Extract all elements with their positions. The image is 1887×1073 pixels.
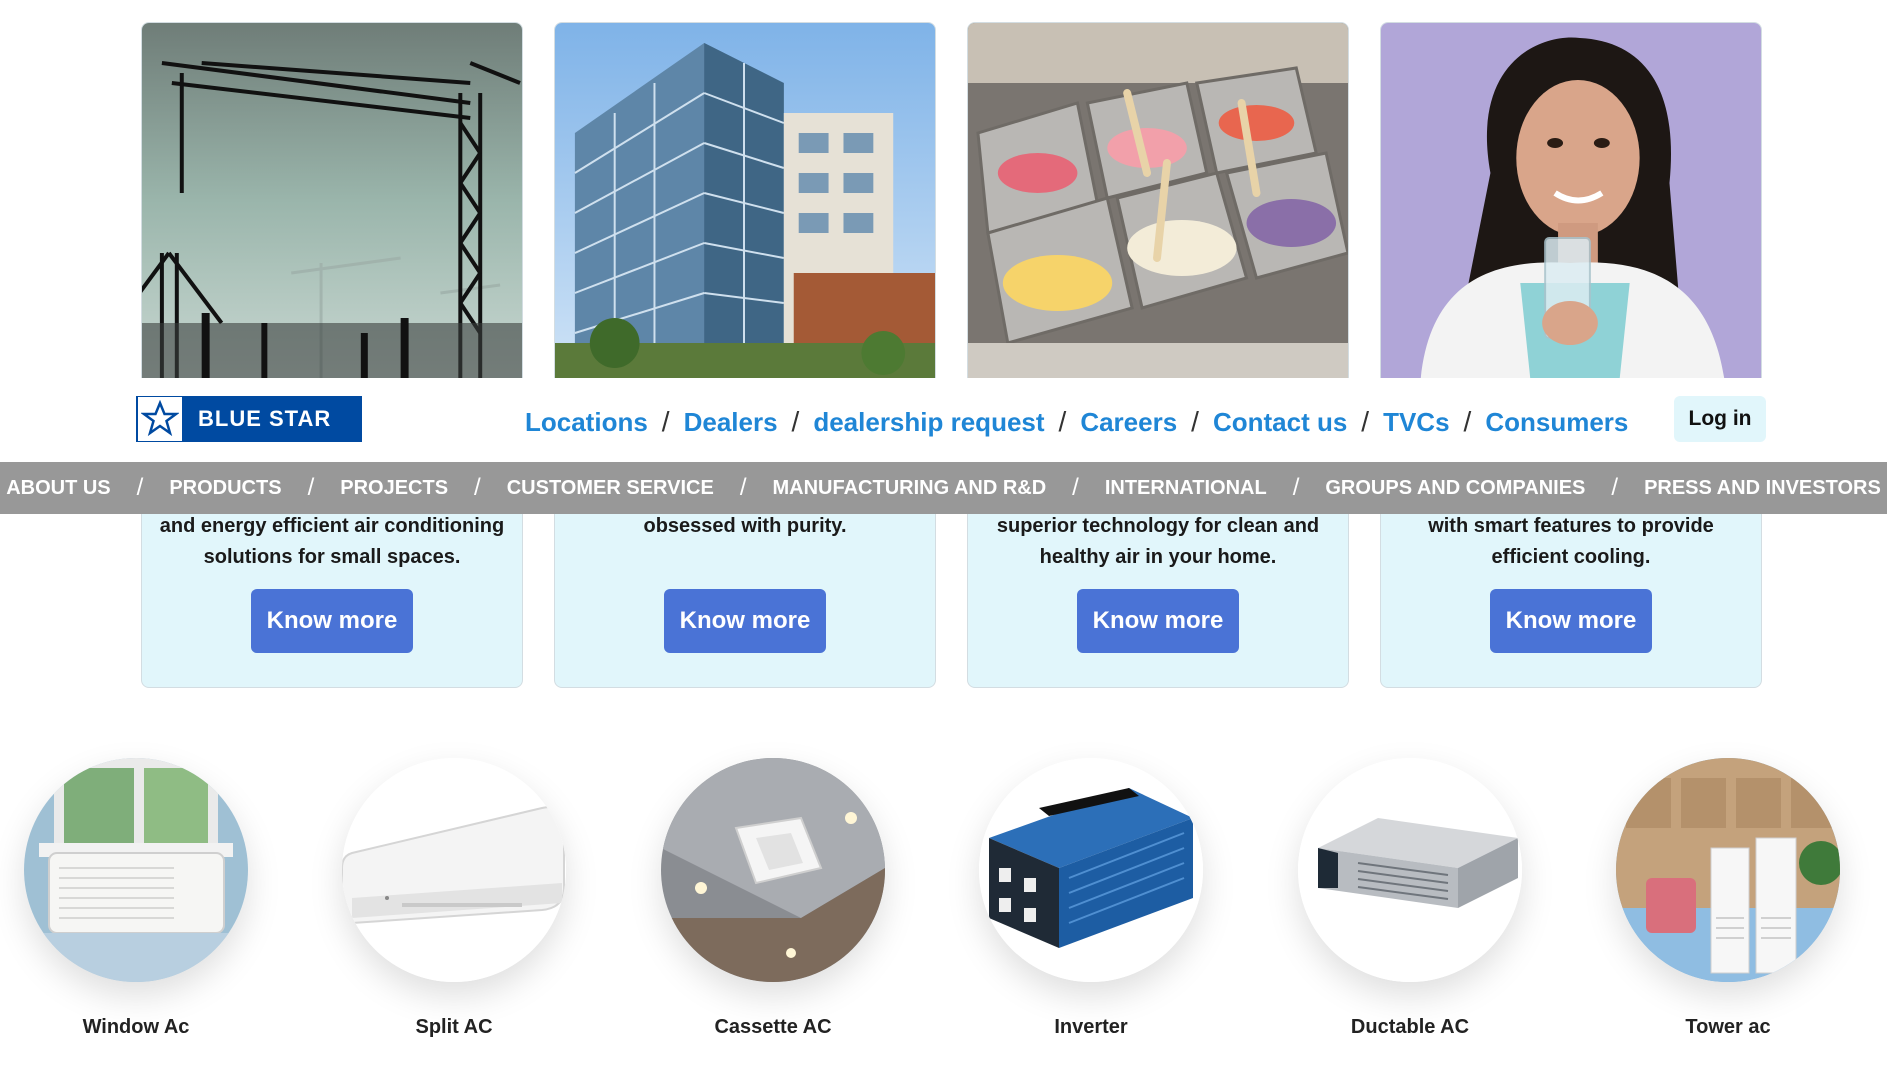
link-dealership-request[interactable]: dealership request	[813, 407, 1044, 438]
category-window-ac[interactable]: Window Ac	[16, 758, 256, 1058]
card-projects: and energy efficient air conditioning sol…	[141, 22, 523, 688]
separator: /	[474, 474, 481, 501]
ice-cream-display-freezer-image	[968, 23, 1348, 378]
category-split-ac[interactable]: Split AC	[334, 758, 574, 1058]
category-tower-ac[interactable]: Tower ac	[1608, 758, 1848, 1058]
separator: /	[307, 474, 315, 501]
split-ac-image	[342, 758, 566, 982]
category-inverter[interactable]: Inverter	[971, 758, 1211, 1058]
card-description: obsessed with purity.	[643, 515, 847, 537]
separator: /	[1072, 474, 1079, 501]
separator: /	[791, 406, 800, 437]
inverter-image	[979, 758, 1203, 982]
separator: /	[1191, 406, 1199, 437]
know-more-button[interactable]: Know more	[1490, 589, 1652, 653]
card-refrigeration: superior technology for clean and healthy…	[967, 22, 1349, 688]
link-dealers[interactable]: Dealers	[684, 407, 778, 438]
category-ductable-ac[interactable]: Ductable AC	[1290, 758, 1530, 1058]
card-water-purifier: with smart features to provide efficient …	[1380, 22, 1762, 688]
category-label: Tower ac	[1685, 1016, 1771, 1038]
nav-international[interactable]: INTERNATIONAL	[1105, 477, 1267, 500]
woman-holding-water-glass-image	[1381, 23, 1761, 378]
nav-customer-service[interactable]: CUSTOMER SERVICE	[507, 477, 714, 500]
construction-cranes-image	[142, 23, 522, 378]
login-button[interactable]: Log in	[1674, 396, 1766, 442]
link-careers[interactable]: Careers	[1080, 407, 1177, 438]
main-nav: ABOUT US / PRODUCTS / PROJECTS / CUSTOME…	[0, 462, 1887, 514]
category-cassette-ac[interactable]: Cassette AC	[653, 758, 893, 1058]
cassette-ac-image	[661, 758, 885, 982]
separator: /	[1058, 406, 1067, 437]
category-label: Window Ac	[82, 1016, 190, 1038]
top-links: Locations / Dealers / dealership request…	[525, 402, 1628, 442]
separator: /	[1463, 406, 1472, 437]
nav-press-investors[interactable]: PRESS AND INVESTORS	[1644, 477, 1881, 500]
separator: /	[661, 406, 670, 437]
link-contact-us[interactable]: Contact us	[1213, 407, 1347, 438]
category-label: Inverter	[1054, 1016, 1128, 1038]
card-description: superior technology for clean and healthy…	[996, 515, 1320, 568]
separator: /	[1611, 474, 1619, 501]
star-icon	[138, 397, 182, 441]
nav-projects[interactable]: PROJECTS	[340, 477, 448, 500]
ductable-ac-image	[1298, 758, 1522, 982]
category-label: Cassette AC	[714, 1016, 832, 1038]
link-consumers[interactable]: Consumers	[1485, 407, 1628, 438]
nav-products[interactable]: PRODUCTS	[169, 477, 281, 500]
blue-star-logo[interactable]: BLUE STAR	[136, 396, 362, 442]
nav-about-us[interactable]: ABOUT US	[6, 477, 110, 500]
separator: /	[136, 474, 144, 501]
link-locations[interactable]: Locations	[525, 407, 648, 438]
separator: /	[1292, 474, 1300, 501]
card-description: with smart features to provide efficient …	[1428, 515, 1714, 568]
know-more-button[interactable]: Know more	[664, 589, 826, 653]
nav-groups-companies[interactable]: GROUPS AND COMPANIES	[1325, 477, 1585, 500]
window-ac-image	[24, 758, 248, 982]
logo-text: BLUE STAR	[198, 406, 332, 431]
link-tvcs[interactable]: TVCs	[1383, 407, 1449, 438]
separator: /	[1361, 406, 1370, 437]
separator: /	[739, 474, 747, 501]
card-description: and energy efficient air conditioning sol…	[159, 515, 505, 568]
category-label: Split AC	[415, 1016, 493, 1038]
nav-manufacturing-rnd[interactable]: MANUFACTURING AND R&D	[772, 477, 1046, 500]
card-commercial: obsessed with purity. Know more	[554, 22, 936, 688]
know-more-button[interactable]: Know more	[1077, 589, 1239, 653]
tower-ac-image	[1616, 758, 1840, 982]
glass-office-building-image	[555, 23, 935, 378]
category-label: Ductable AC	[1350, 1016, 1470, 1038]
know-more-button[interactable]: Know more	[251, 589, 413, 653]
